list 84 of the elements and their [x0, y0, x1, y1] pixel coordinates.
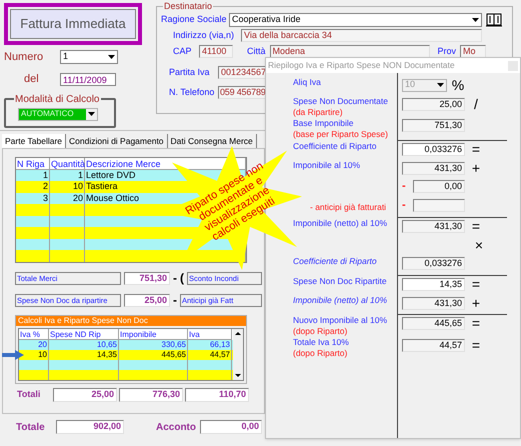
operator-sign: =	[470, 142, 482, 156]
calculation-field: 431,30	[402, 220, 465, 232]
calculation-label: Coefficiente di Riparto	[293, 256, 378, 267]
dropdown-caret-icon	[108, 54, 115, 59]
phone-label: N. Telefono	[169, 86, 215, 98]
calculation-note: (dopo Riparto)	[293, 348, 348, 359]
operator-sign: +	[470, 161, 482, 175]
book-icon[interactable]	[486, 13, 502, 27]
calculation-label: Imponibile (netto) al 10%	[293, 295, 388, 306]
numero-label: Numero	[4, 50, 44, 64]
dropdown-caret-icon	[88, 112, 95, 116]
operator-sign: %	[450, 78, 466, 92]
dropdown-caret-icon	[472, 18, 479, 22]
dropdown-caret-icon	[437, 83, 444, 87]
deposit-field[interactable]: 0,00	[200, 420, 262, 434]
phone-field[interactable]: 059 456789	[218, 86, 268, 99]
calculation-label: Imponibile (netto) al 10%	[293, 218, 388, 229]
calculation-note: (da Ripartire)	[293, 107, 344, 118]
operator-sign: =	[470, 338, 482, 352]
dialog-title: Riepilogo Iva e Riparto Spese NON Documentate	[268, 59, 455, 72]
calculation-input[interactable]: 0,033276	[402, 142, 465, 156]
calculation-input[interactable]: 14,35	[402, 278, 465, 290]
summary-value-field[interactable]: 751,30	[124, 272, 170, 284]
operator-sign: =	[470, 277, 482, 291]
calculation-label: Aliq Iva	[293, 77, 322, 88]
calculation-field: 431,30	[402, 162, 465, 174]
numero-select[interactable]: 1	[60, 50, 118, 64]
column-header[interactable]: Quantità	[51, 158, 86, 170]
total-field: 25,00	[53, 388, 117, 402]
city-label: Città	[247, 44, 266, 58]
province-field[interactable]: Mo	[460, 44, 486, 58]
address-field[interactable]: Via della barcaccia 34	[241, 29, 482, 42]
calculation-field: 0,00	[413, 180, 465, 193]
calculation-field: 751,30	[402, 119, 465, 132]
operator-sign: =	[470, 316, 482, 330]
date-field[interactable]: 11/11/2009	[60, 72, 116, 86]
calculation-note: (base per Riparto Spese)	[293, 129, 389, 140]
calculation-label: Base Imponibile	[293, 118, 354, 129]
postal-code-label: CAP	[173, 44, 193, 58]
minus-sign: -	[402, 181, 407, 192]
date-label: del	[23, 72, 40, 87]
column-header[interactable]: N Riga	[17, 158, 45, 170]
vat-number-label: Partita Iva	[169, 66, 211, 79]
address-label: Indirizzo (via,n)	[173, 29, 236, 42]
calculation-field: 25,00	[402, 98, 465, 110]
calculation-field	[413, 199, 465, 212]
total-field: 776,30	[119, 388, 183, 402]
operator-sign: +	[470, 296, 482, 310]
minus-sign: -	[402, 200, 407, 211]
deposit-label: Acconto	[156, 420, 196, 434]
scrollbar[interactable]	[233, 328, 243, 380]
calculation-label: Coefficiente di Riparto	[293, 141, 378, 152]
summary-value-field[interactable]: 25,00	[124, 294, 170, 306]
operator-sign: (	[180, 272, 184, 284]
vat-breakdown-title: Calcoli Iva e Riparto Spese Non Doc	[16, 316, 246, 326]
postal-code-field[interactable]: 41100	[199, 44, 233, 58]
operator-sign: -	[173, 272, 177, 284]
totals-label: Totali	[17, 388, 42, 401]
calculation-label: Imponibile al 10%	[293, 160, 362, 171]
column-header[interactable]: Descrizione Merce	[86, 158, 161, 170]
grand-total-field: 902,00	[56, 420, 124, 434]
operator-sign: ×	[474, 238, 484, 252]
calculation-label: Spese Non Doc Ripartite	[293, 276, 388, 287]
city-field[interactable]: Modena	[270, 44, 430, 58]
total-field: 110,70	[185, 388, 249, 402]
tab[interactable]: Parte Tabellare	[2, 134, 66, 148]
arrow-icon	[2, 350, 24, 360]
calculation-field: 445,65	[402, 316, 465, 330]
calculation-note: - anticipi già fatturati	[309, 201, 388, 213]
company-name-label: Ragione Sociale	[161, 13, 225, 26]
calculation-field: 44,57	[402, 338, 465, 352]
calculation-field: 431,30	[402, 296, 465, 310]
calculation-note: (dopo Riparto)	[293, 326, 348, 337]
calculation-label: Spese Non Documentate	[293, 96, 389, 107]
operator-sign: -	[173, 294, 177, 306]
calculation-field: 0,033276	[402, 257, 465, 270]
calculation-label: Totale Iva 10%	[293, 337, 350, 348]
form-title: Fattura Immediata	[10, 9, 136, 38]
grand-total-label: Totale	[16, 420, 46, 434]
calculation-label: Nuovo Imponibile al 10%	[293, 315, 388, 326]
operator-sign: /	[473, 97, 479, 111]
company-name-select[interactable]: Cooperativa Iride	[229, 13, 482, 27]
province-label: Prov	[438, 44, 456, 58]
operator-sign: =	[470, 219, 482, 233]
